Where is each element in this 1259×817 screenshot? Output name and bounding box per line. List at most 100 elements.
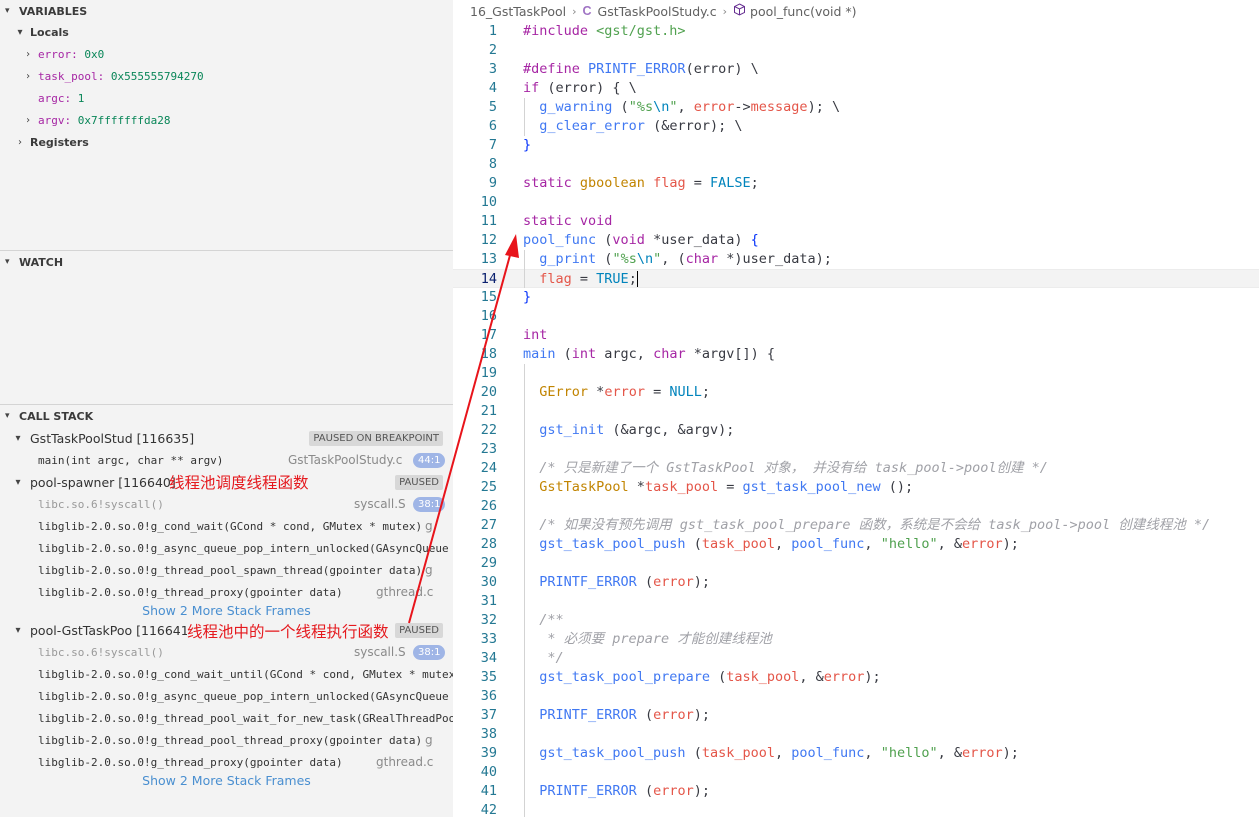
stack-frame[interactable]: libglib-2.0.so.0!g_thread_pool_wait_for_…: [0, 707, 453, 729]
code-line[interactable]: 1 #include <gst/gst.h>: [453, 22, 1259, 41]
variables-section-header[interactable]: ▾ VARIABLES: [0, 0, 453, 22]
line-number[interactable]: 5: [453, 98, 497, 117]
code-line[interactable]: 3 #define PRINTF_ERROR(error) \: [453, 60, 1259, 79]
code-line[interactable]: 16: [453, 307, 1259, 326]
line-number[interactable]: 26: [453, 497, 497, 516]
line-number[interactable]: 23: [453, 440, 497, 459]
stack-frame[interactable]: libglib-2.0.so.0!g_thread_proxy(gpointer…: [0, 751, 453, 773]
code-line[interactable]: 6 g_clear_error (&error); \: [453, 117, 1259, 136]
line-number[interactable]: 4: [453, 79, 497, 98]
stack-frame[interactable]: libglib-2.0.so.0!g_cond_wait_until(GCond…: [0, 663, 453, 685]
code-line[interactable]: 36: [453, 687, 1259, 706]
line-number[interactable]: 16: [453, 307, 497, 326]
code-line[interactable]: 2: [453, 41, 1259, 60]
line-number[interactable]: 2: [453, 41, 497, 60]
code-line[interactable]: 4 if (error) { \: [453, 79, 1259, 98]
code-line[interactable]: 33 * 必须要 prepare 才能创建线程池: [453, 630, 1259, 649]
line-number[interactable]: 8: [453, 155, 497, 174]
line-number[interactable]: 21: [453, 402, 497, 421]
code-line[interactable]: 35 gst_task_pool_prepare (task_pool, &er…: [453, 668, 1259, 687]
code-line[interactable]: 42: [453, 801, 1259, 817]
code-line[interactable]: 27 /* 如果没有预先调用 gst_task_pool_prepare 函数，…: [453, 516, 1259, 535]
code-editor[interactable]: 1 #include <gst/gst.h> 2 3 #define PRINTF_ER…: [453, 22, 1259, 817]
code-line[interactable]: 31: [453, 592, 1259, 611]
line-number[interactable]: 28: [453, 535, 497, 554]
code-line[interactable]: 38: [453, 725, 1259, 744]
code-line[interactable]: 20 GError *error = NULL;: [453, 383, 1259, 402]
code-line[interactable]: 28 gst_task_pool_push (task_pool, pool_f…: [453, 535, 1259, 554]
line-number[interactable]: 37: [453, 706, 497, 725]
line-number[interactable]: 34: [453, 649, 497, 668]
breadcrumb-folder[interactable]: 16_GstTaskPool: [470, 4, 566, 19]
line-number[interactable]: 3: [453, 60, 497, 79]
show-more-frames-link[interactable]: Show 2 More Stack Frames: [0, 603, 453, 618]
code-line[interactable]: 15}: [453, 288, 1259, 307]
code-line[interactable]: 18 main (int argc, char *argv[]) {: [453, 345, 1259, 364]
line-number[interactable]: 33: [453, 630, 497, 649]
line-number[interactable]: 30: [453, 573, 497, 592]
stack-frame[interactable]: main(int argc, char ** argv) GstTaskPool…: [0, 449, 453, 471]
call-stack-section-header[interactable]: ▾ CALL STACK: [0, 405, 453, 427]
code-line[interactable]: 11 static void: [453, 212, 1259, 231]
line-number[interactable]: 11: [453, 212, 497, 231]
line-number[interactable]: 18: [453, 345, 497, 364]
line-number[interactable]: 6: [453, 117, 497, 136]
variable-row-argc[interactable]: argc: 1: [0, 87, 453, 109]
breadcrumb-file[interactable]: GstTaskPoolStudy.c: [598, 4, 717, 19]
code-line[interactable]: 22 gst_init (&argc, &argv);: [453, 421, 1259, 440]
code-line[interactable]: 23: [453, 440, 1259, 459]
code-line[interactable]: 32 /**: [453, 611, 1259, 630]
code-line[interactable]: 9 static gboolean flag = FALSE;: [453, 174, 1259, 193]
line-number[interactable]: 17: [453, 326, 497, 345]
code-line[interactable]: 29: [453, 554, 1259, 573]
stack-frame[interactable]: libglib-2.0.so.0!g_cond_wait(GCond * con…: [0, 515, 453, 537]
line-number[interactable]: 15: [453, 288, 497, 307]
code-line[interactable]: 13 g_print ("%s\n", (char *)user_data);: [453, 250, 1259, 269]
code-line[interactable]: 14 flag = TRUE;: [453, 269, 1259, 288]
thread-row[interactable]: ▾ GstTaskPoolStud [116635] PAUSED ON BRE…: [0, 427, 453, 449]
code-line[interactable]: 25 GstTaskPool *task_pool = gst_task_poo…: [453, 478, 1259, 497]
line-number[interactable]: 25: [453, 478, 497, 497]
code-line[interactable]: 41 PRINTF_ERROR (error);: [453, 782, 1259, 801]
code-line[interactable]: 10: [453, 193, 1259, 212]
stack-frame[interactable]: libc.so.6!syscall() syscall.S 38:1: [0, 641, 453, 663]
stack-frame[interactable]: libglib-2.0.so.0!g_thread_pool_spawn_thr…: [0, 559, 453, 581]
line-number[interactable]: 19: [453, 364, 497, 383]
line-number[interactable]: 42: [453, 801, 497, 817]
code-line[interactable]: 26: [453, 497, 1259, 516]
line-number[interactable]: 40: [453, 763, 497, 782]
code-line[interactable]: 34 */: [453, 649, 1259, 668]
line-number[interactable]: 14: [453, 270, 497, 289]
line-number[interactable]: 1: [453, 22, 497, 41]
line-number[interactable]: 12: [453, 231, 497, 250]
registers-scope[interactable]: › Registers: [0, 131, 453, 153]
line-number[interactable]: 24: [453, 459, 497, 478]
code-line[interactable]: 5 g_warning ("%s\n", error->message); \: [453, 98, 1259, 117]
code-line[interactable]: 7}: [453, 136, 1259, 155]
breadcrumb-symbol[interactable]: pool_func(void *): [750, 4, 857, 19]
stack-frame[interactable]: libc.so.6!syscall() syscall.S 38:1: [0, 493, 453, 515]
code-line[interactable]: 12 pool_func (void *user_data) {: [453, 231, 1259, 250]
variable-row-task-pool[interactable]: › task_pool: 0x555555794270: [0, 65, 453, 87]
line-number[interactable]: 39: [453, 744, 497, 763]
watch-section-header[interactable]: ▾ WATCH: [0, 251, 453, 273]
line-number[interactable]: 27: [453, 516, 497, 535]
line-number[interactable]: 9: [453, 174, 497, 193]
line-number[interactable]: 36: [453, 687, 497, 706]
stack-frame[interactable]: libglib-2.0.so.0!g_async_queue_pop_inter…: [0, 685, 453, 707]
variable-row-error[interactable]: › error: 0x0: [0, 43, 453, 65]
stack-frame[interactable]: libglib-2.0.so.0!g_thread_pool_thread_pr…: [0, 729, 453, 751]
show-more-frames-link[interactable]: Show 2 More Stack Frames: [0, 773, 453, 788]
code-line[interactable]: 39 gst_task_pool_push (task_pool, pool_f…: [453, 744, 1259, 763]
line-number[interactable]: 13: [453, 250, 497, 269]
line-number[interactable]: 41: [453, 782, 497, 801]
line-number[interactable]: 38: [453, 725, 497, 744]
line-number[interactable]: 22: [453, 421, 497, 440]
stack-frame[interactable]: libglib-2.0.so.0!g_async_queue_pop_inter…: [0, 537, 453, 559]
code-line[interactable]: 30 PRINTF_ERROR (error);: [453, 573, 1259, 592]
line-number[interactable]: 31: [453, 592, 497, 611]
line-number[interactable]: 10: [453, 193, 497, 212]
locals-scope[interactable]: ▾ Locals: [0, 21, 453, 43]
code-line[interactable]: 8: [453, 155, 1259, 174]
code-line[interactable]: 19: [453, 364, 1259, 383]
